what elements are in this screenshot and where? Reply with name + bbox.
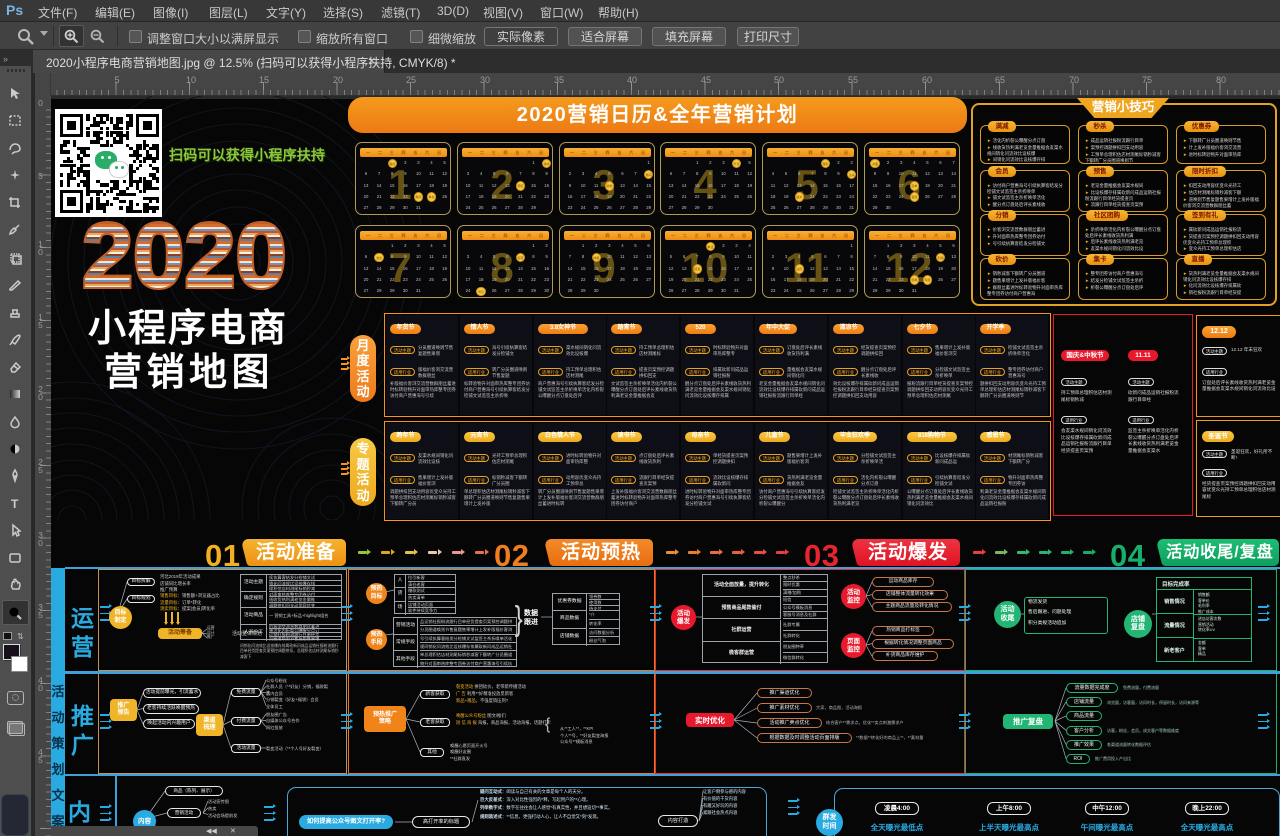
svg-text:T: T: [11, 497, 19, 511]
